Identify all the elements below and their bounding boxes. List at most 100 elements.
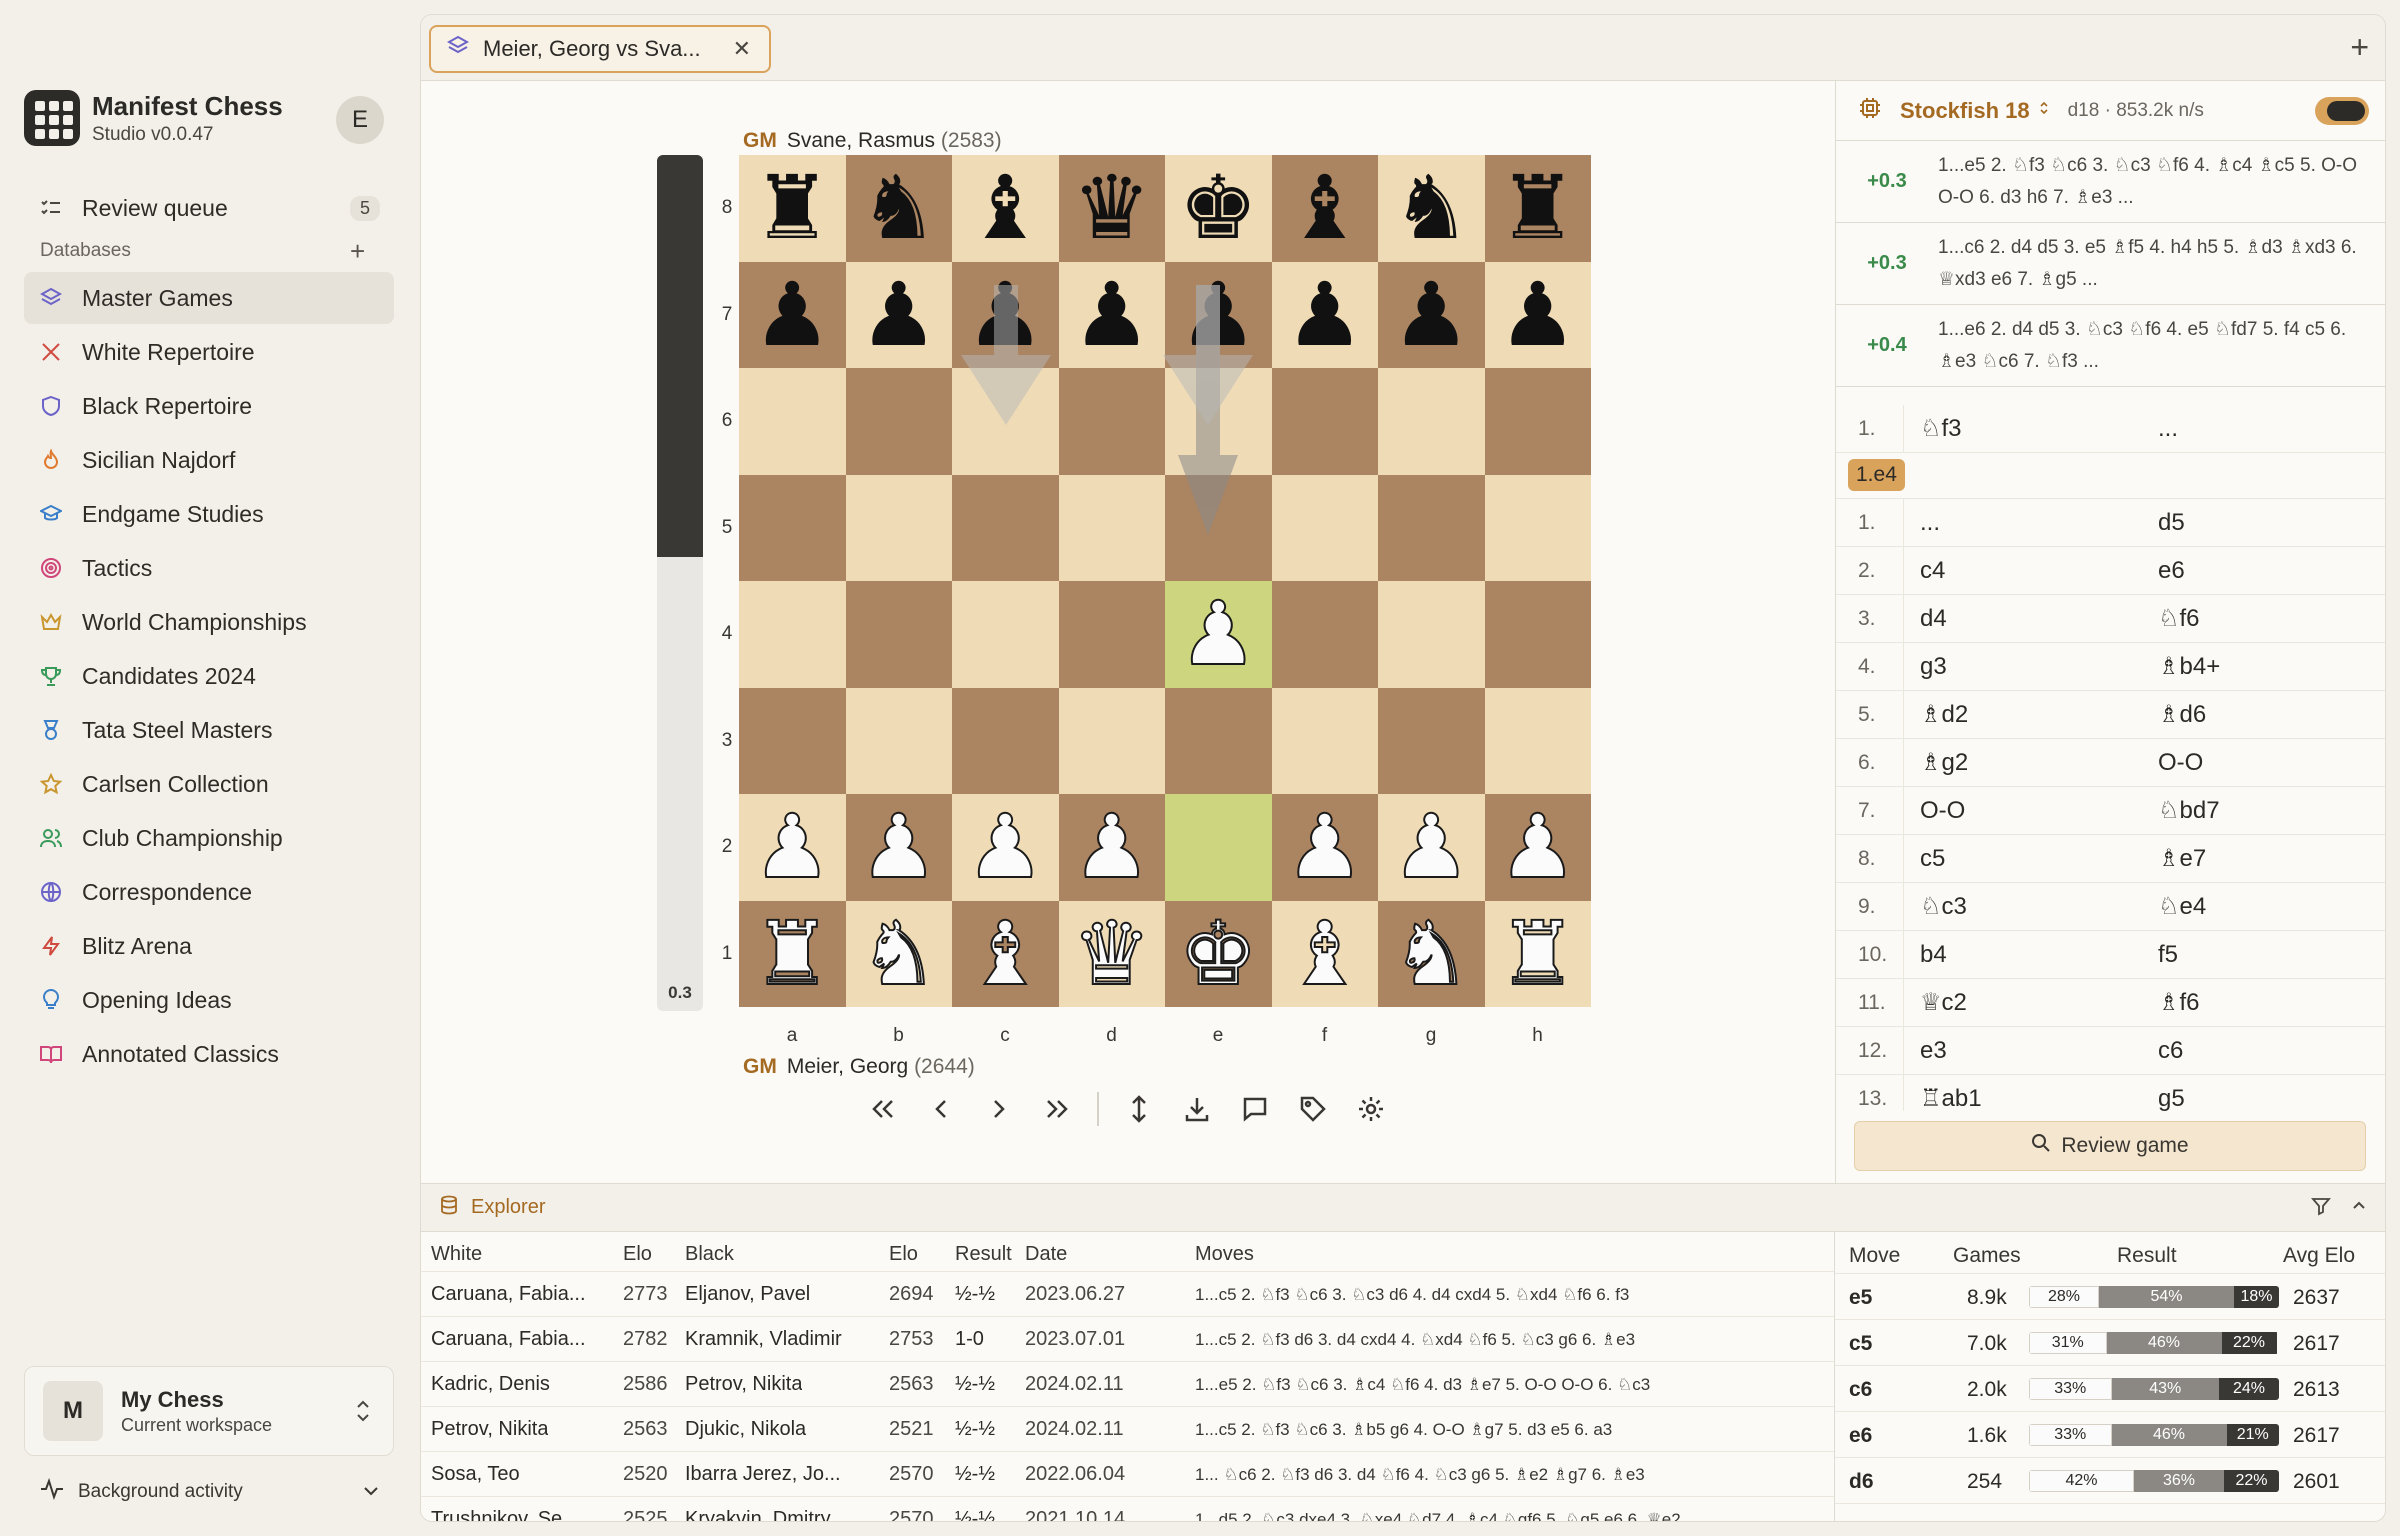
move-row[interactable]: 10. b4 f5: [1836, 931, 2385, 979]
black-pawn-icon[interactable]: ♟: [966, 270, 1045, 359]
table-row[interactable]: Kadric, Denis 2586 Petrov, Nikita 2563 ½-½ 20…: [421, 1362, 1834, 1407]
move-black[interactable]: O-O: [2158, 749, 2203, 777]
engine-line[interactable]: +0.4 1...e6 2. d4 d5 3. ♘c3 ♘f6 4. e5 ♘fd…: [1836, 305, 2385, 387]
move-white[interactable]: e3: [1920, 1037, 1947, 1065]
chevron-up-icon[interactable]: [2351, 1196, 2367, 1221]
square-b3[interactable]: [845, 687, 952, 794]
square-c7[interactable]: ♟: [952, 261, 1059, 368]
table-row[interactable]: Petrov, Nikita 2563 Djukic, Nikola 2521 ½-½ 2…: [421, 1407, 1834, 1452]
white-queen-icon[interactable]: ♛: [1071, 908, 1152, 998]
white-rook-icon[interactable]: ♜: [752, 908, 833, 998]
move-black[interactable]: ♗f6: [2158, 988, 2200, 1017]
square-c1[interactable]: ♝: [952, 900, 1059, 1007]
stats-row[interactable]: e6 1.6k 33% 46% 21% 2617: [1835, 1412, 2385, 1458]
download-button[interactable]: [1179, 1091, 1215, 1127]
square-e7[interactable]: ♟: [1165, 261, 1272, 368]
engine-line[interactable]: +0.3 1...e5 2. ♘f3 ♘c6 3. ♘c3 ♘f6 4. ♗c4 …: [1836, 141, 2385, 223]
square-a4[interactable]: [739, 581, 846, 688]
square-f2[interactable]: ♟: [1271, 794, 1378, 901]
move-row[interactable]: 11. ♕c2 ♗f6: [1836, 979, 2385, 1027]
settings-button[interactable]: [1353, 1091, 1389, 1127]
square-e3[interactable]: [1165, 687, 1272, 794]
square-g1[interactable]: ♞: [1378, 900, 1485, 1007]
square-h7[interactable]: ♟: [1484, 261, 1591, 368]
previous-move-button[interactable]: [923, 1091, 959, 1127]
next-move-button[interactable]: [981, 1091, 1017, 1127]
square-d3[interactable]: [1058, 687, 1165, 794]
column-header[interactable]: Black: [685, 1243, 734, 1266]
black-pawn-icon[interactable]: ♟: [1392, 270, 1471, 359]
square-f6[interactable]: [1271, 368, 1378, 475]
square-e8[interactable]: ♚: [1165, 155, 1272, 262]
move-row[interactable]: 13. ♖ab1 g5: [1836, 1075, 2385, 1111]
engine-name[interactable]: Stockfish 18: [1900, 98, 2030, 124]
square-e4[interactable]: ♟: [1165, 581, 1272, 688]
stats-row[interactable]: c6 2.0k 33% 43% 24% 2613: [1835, 1366, 2385, 1412]
stats-row[interactable]: d6 254 42% 36% 22% 2601: [1835, 1458, 2385, 1504]
move-row[interactable]: 7. O-O ♘bd7: [1836, 787, 2385, 835]
move-black[interactable]: f5: [2158, 941, 2178, 969]
black-pawn-icon[interactable]: ♟: [1072, 270, 1151, 359]
black-pawn-icon[interactable]: ♟: [1179, 270, 1258, 359]
flip-board-button[interactable]: [1121, 1091, 1157, 1127]
column-header[interactable]: Elo: [889, 1243, 918, 1266]
move-white[interactable]: ♗d2: [1920, 700, 1968, 729]
square-f3[interactable]: [1271, 687, 1378, 794]
white-bishop-icon[interactable]: ♝: [1284, 908, 1365, 998]
black-queen-icon[interactable]: ♛: [1072, 164, 1151, 252]
sidebar-item-opening-ideas[interactable]: Opening Ideas: [24, 974, 394, 1026]
move-white[interactable]: ♕c2: [1920, 988, 1967, 1017]
black-pawn-icon[interactable]: ♟: [1498, 270, 1577, 359]
square-f8[interactable]: ♝: [1271, 155, 1378, 262]
move-black[interactable]: ♗b4+: [2158, 652, 2220, 681]
review-game-button[interactable]: Review game: [1854, 1121, 2366, 1171]
move-row[interactable]: 1. ♘f3 ...: [1836, 405, 2385, 453]
move-row[interactable]: 6. ♗g2 O-O: [1836, 739, 2385, 787]
stats-row[interactable]: e5 8.9k 28% 54% 18% 2637: [1835, 1274, 2385, 1320]
sidebar-item-club-championship[interactable]: Club Championship: [24, 812, 394, 864]
black-rook-icon[interactable]: ♜: [1498, 164, 1577, 252]
move-white[interactable]: ♘c3: [1920, 892, 1967, 921]
white-pawn-icon[interactable]: ♟: [858, 802, 939, 892]
square-c5[interactable]: [952, 474, 1059, 581]
square-g4[interactable]: [1378, 581, 1485, 688]
move-white[interactable]: b4: [1920, 941, 1947, 969]
move-row[interactable]: 1.... d5: [1836, 499, 2385, 547]
last-move-button[interactable]: [1039, 1091, 1075, 1127]
square-g5[interactable]: [1378, 474, 1485, 581]
move-row[interactable]: 5. ♗d2 ♗d6: [1836, 691, 2385, 739]
square-e5[interactable]: [1165, 474, 1272, 581]
move-white[interactable]: O-O: [1920, 797, 1965, 825]
filter-icon[interactable]: [2311, 1196, 2331, 1221]
square-c2[interactable]: ♟: [952, 794, 1059, 901]
sidebar-item-annotated-classics[interactable]: Annotated Classics: [24, 1028, 394, 1080]
square-b7[interactable]: ♟: [845, 261, 952, 368]
square-d4[interactable]: [1058, 581, 1165, 688]
move-black[interactable]: e6: [2158, 557, 2185, 585]
user-avatar[interactable]: E: [336, 96, 384, 144]
column-header[interactable]: Result: [955, 1243, 1012, 1266]
square-d6[interactable]: [1058, 368, 1165, 475]
first-move-button[interactable]: [865, 1091, 901, 1127]
move-white[interactable]: d4: [1920, 605, 1947, 633]
table-row[interactable]: Caruana, Fabia... 2773 Eljanov, Pavel 2694 ½…: [421, 1272, 1834, 1317]
sidebar-item-blitz-arena[interactable]: Blitz Arena: [24, 920, 394, 972]
black-pawn-icon[interactable]: ♟: [859, 270, 938, 359]
white-pawn-icon[interactable]: ♟: [752, 802, 833, 892]
column-header[interactable]: Moves: [1195, 1243, 1254, 1266]
square-h1[interactable]: ♜: [1484, 900, 1591, 1007]
square-f5[interactable]: [1271, 474, 1378, 581]
square-e6[interactable]: [1165, 368, 1272, 475]
workspace-switcher[interactable]: M My Chess Current workspace: [24, 1366, 394, 1456]
sidebar-item-endgame-studies[interactable]: Endgame Studies: [24, 488, 394, 540]
black-bishop-icon[interactable]: ♝: [966, 164, 1045, 252]
black-pawn-icon[interactable]: ♟: [753, 270, 832, 359]
table-row[interactable]: Trushnikov, Se... 2525 Kryakvin, Dmitry 257…: [421, 1497, 1834, 1521]
stats-row[interactable]: c5 7.0k 31% 46% 22% 2617: [1835, 1320, 2385, 1366]
sidebar-item-candidates-2024[interactable]: Candidates 2024: [24, 650, 394, 702]
white-knight-icon[interactable]: ♞: [1391, 908, 1472, 998]
move-black[interactable]: ...: [2158, 415, 2178, 443]
black-knight-icon[interactable]: ♞: [1392, 164, 1471, 252]
square-g7[interactable]: ♟: [1378, 261, 1485, 368]
tag-button[interactable]: [1295, 1091, 1331, 1127]
